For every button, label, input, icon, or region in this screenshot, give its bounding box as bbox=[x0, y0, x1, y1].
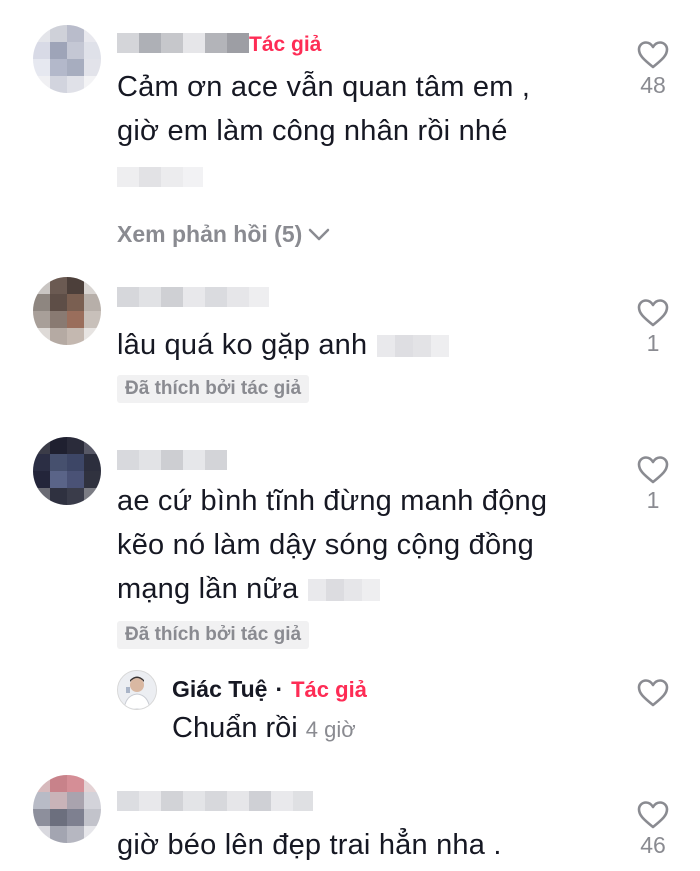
comment-text-line: lâu quá ko gặp anh bbox=[117, 329, 368, 361]
comment-text: lâu quá ko gặp anh bbox=[117, 323, 450, 367]
like-button[interactable]: 46 bbox=[628, 800, 678, 859]
view-replies-label: Xem phản hồi (5) bbox=[117, 221, 303, 247]
username-blurred[interactable] bbox=[117, 791, 313, 811]
avatar[interactable] bbox=[33, 437, 101, 505]
heart-outline-icon bbox=[637, 299, 669, 327]
comment-text-line: giờ béo lên đẹp trai hẳn nha . bbox=[117, 829, 502, 861]
like-count: 1 bbox=[646, 330, 660, 356]
author-tag: Tác giả bbox=[291, 677, 367, 702]
separator-dot: · bbox=[275, 676, 284, 702]
avatar[interactable] bbox=[33, 775, 101, 843]
author-tag: Tác giả bbox=[249, 33, 322, 56]
avatar[interactable] bbox=[33, 25, 101, 93]
username-blurred[interactable] bbox=[117, 33, 249, 53]
comment-text-line: mạng lần nữa bbox=[117, 573, 299, 605]
comment-text-line: Cảm ơn ace vẫn quan tâm em , bbox=[117, 71, 531, 103]
chevron-down-icon bbox=[309, 228, 330, 240]
reply-text: Chuẩn rồi bbox=[172, 712, 298, 744]
avatar[interactable] bbox=[33, 277, 101, 345]
liked-by-author-badge: Đã thích bởi tác giả bbox=[117, 375, 310, 403]
reply-author-name[interactable]: Giác Tuệ bbox=[172, 676, 267, 703]
heart-outline-icon bbox=[637, 679, 669, 707]
view-replies-button[interactable]: Xem phản hồi (5) bbox=[117, 221, 330, 248]
reply-header: Giác Tuệ · Tác giả bbox=[172, 676, 367, 703]
like-count: 48 bbox=[640, 72, 666, 98]
emoji-blurred bbox=[377, 335, 450, 358]
username-blurred[interactable] bbox=[117, 450, 227, 470]
like-button[interactable]: 48 bbox=[628, 40, 678, 99]
comment-text-line: ae cứ bình tĩnh đừng manh động bbox=[117, 485, 548, 517]
reply-timestamp: 4 giờ bbox=[305, 717, 356, 742]
comment-text: ae cứ bình tĩnh đừng manh động kẽo nó là… bbox=[117, 479, 547, 611]
comment-text: Cảm ơn ace vẫn quan tâm em , giờ em làm … bbox=[117, 65, 530, 153]
like-count: 1 bbox=[646, 487, 660, 513]
avatar-photo bbox=[118, 671, 156, 709]
comment-text-line: giờ em làm công nhân rồi nhé bbox=[117, 115, 508, 147]
heart-outline-icon bbox=[637, 41, 669, 69]
username-blurred[interactable] bbox=[117, 287, 269, 307]
comment-text: giờ béo lên đẹp trai hẳn nha . bbox=[117, 823, 502, 867]
reply-avatar[interactable] bbox=[117, 670, 157, 710]
like-button[interactable]: 1 bbox=[628, 298, 678, 357]
emoji-blurred bbox=[117, 167, 203, 187]
like-count: 46 bbox=[640, 832, 666, 858]
heart-outline-icon bbox=[637, 801, 669, 829]
like-button[interactable]: 1 bbox=[628, 455, 678, 514]
emoji-blurred bbox=[308, 579, 381, 602]
heart-outline-icon bbox=[637, 456, 669, 484]
reply-body: Chuẩn rồi 4 giờ bbox=[172, 712, 356, 745]
comment-text-line: kẽo nó làm dậy sóng cộng đồng bbox=[117, 529, 534, 561]
like-button[interactable] bbox=[628, 678, 678, 708]
liked-by-author-badge: Đã thích bởi tác giả bbox=[117, 621, 310, 649]
